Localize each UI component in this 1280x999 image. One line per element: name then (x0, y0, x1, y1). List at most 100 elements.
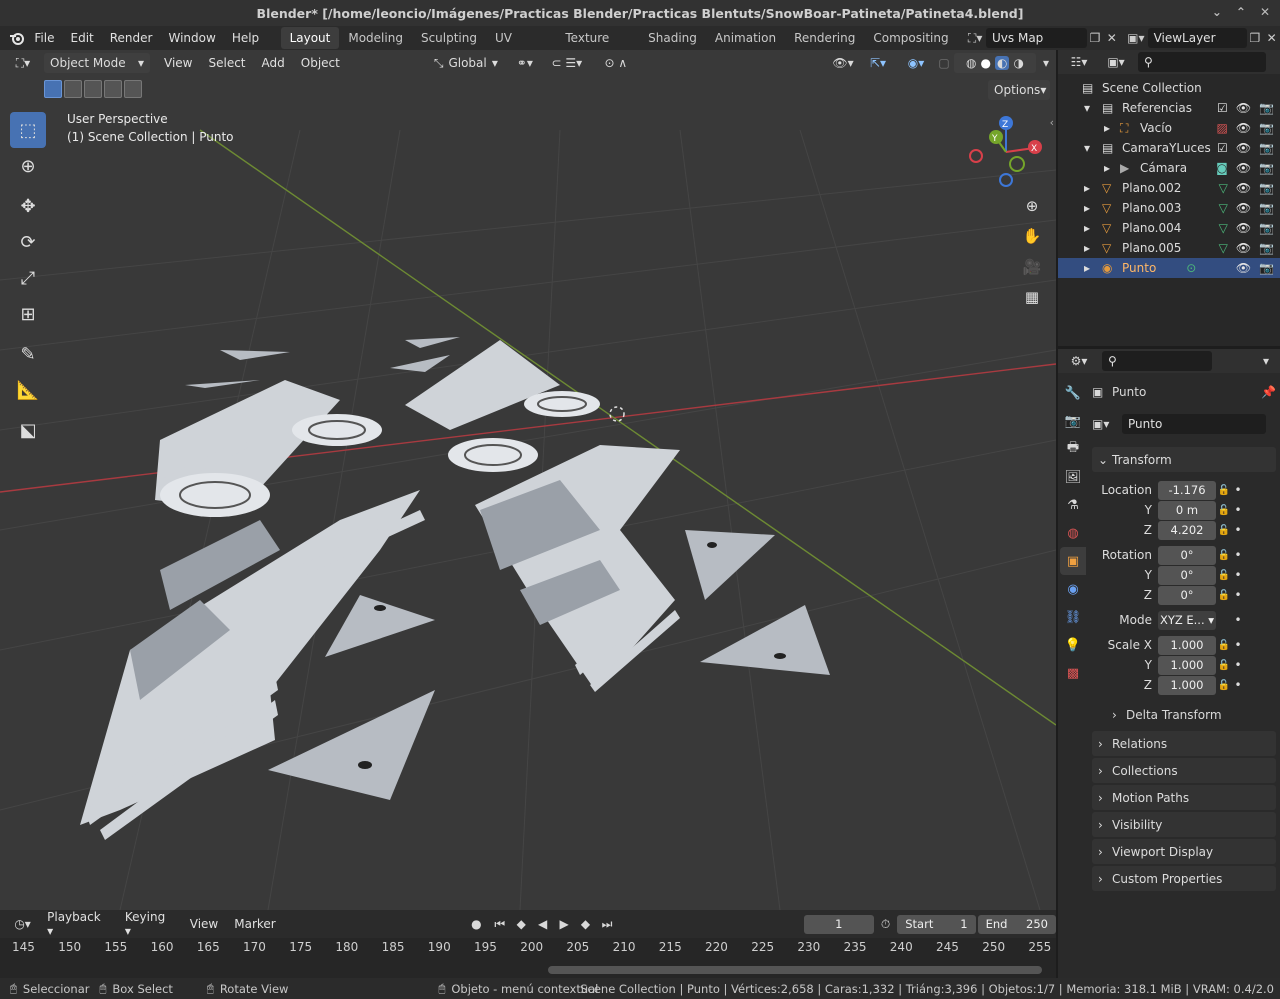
solid-shading-icon[interactable]: ● (981, 56, 991, 70)
render-camera-icon[interactable]: 📷 (1259, 221, 1274, 235)
select-box-tool-icon[interactable]: ⬚ (10, 112, 46, 148)
eye-icon[interactable]: 👁 (1236, 101, 1251, 115)
viewlayer-name-field[interactable]: ViewLayer (1147, 28, 1247, 48)
proportional-edit-icon[interactable]: ⊙ ∧ (596, 56, 636, 70)
view-layer-tab-icon[interactable]: 🖼 (1060, 463, 1086, 491)
menu-help[interactable]: Help (224, 31, 267, 45)
properties-editor-icon[interactable]: ⚙▾ (1064, 354, 1094, 368)
timeline-ruler[interactable]: 145 150 155 160 165 170 175 180 185 190 195 200 205 2… (0, 938, 1056, 978)
auto-keying-icon[interactable]: ● (464, 917, 489, 931)
outliner-row[interactable]: ▸ ▶ Cámara ◙ 👁 📷 (1058, 158, 1280, 178)
expand-icon[interactable]: ▾ (1084, 101, 1102, 115)
select-subtract-icon[interactable] (84, 80, 102, 98)
keyframe-dot-icon[interactable]: • (1232, 588, 1244, 602)
render-camera-icon[interactable]: 📷 (1259, 181, 1274, 195)
location-y-field[interactable]: 0 m (1158, 500, 1216, 520)
eye-icon[interactable]: 👁 (1236, 221, 1251, 235)
expand-icon[interactable]: ▸ (1104, 161, 1120, 175)
outliner-row[interactable]: ▸ ⛶ Vacío ▨ 👁 📷 (1058, 118, 1280, 138)
texture-tab-icon[interactable]: ▩ (1060, 659, 1086, 687)
render-camera-icon[interactable]: 📷 (1259, 241, 1274, 255)
blender-logo-icon[interactable] (8, 30, 26, 46)
motion-paths-panel-header[interactable]: › Motion Paths (1092, 785, 1276, 810)
expand-icon[interactable]: ▸ (1104, 121, 1120, 135)
close-window-icon[interactable]: ✕ (1260, 5, 1270, 19)
location-x-field[interactable]: -1.176 (1158, 480, 1216, 500)
lock-icon[interactable]: 🔓 (1216, 485, 1232, 496)
rendered-shading-icon[interactable]: ◑ (1013, 56, 1023, 70)
cursor-tool-icon[interactable]: ⊕ (10, 148, 46, 184)
checkbox-icon[interactable]: ☑ (1217, 141, 1228, 155)
expand-icon[interactable]: ▸ (1084, 261, 1102, 275)
eye-icon[interactable]: 👁 (1236, 161, 1251, 175)
neg-y-axis-icon[interactable] (1009, 156, 1025, 172)
scene-selector-icon[interactable]: ⛶▾ (964, 31, 986, 46)
measure-tool-icon[interactable]: 📐 (10, 372, 46, 408)
tab-rendering[interactable]: Rendering (785, 27, 864, 49)
timeline-menu-view[interactable]: View (182, 917, 226, 931)
keyframe-dot-icon[interactable]: • (1232, 638, 1244, 652)
gizmo-toggle-icon[interactable]: ⇱▾ (858, 56, 898, 70)
minimize-icon[interactable]: ⌄ (1212, 5, 1222, 19)
scale-y-field[interactable]: 1.000 (1158, 655, 1216, 675)
display-mode-icon[interactable]: ▣▾ (1102, 55, 1130, 69)
wireframe-shading-icon[interactable]: ◍ (966, 56, 976, 70)
select-invert-icon[interactable] (104, 80, 122, 98)
menu-render[interactable]: Render (102, 31, 161, 45)
scale-tool-icon[interactable]: ⤢ (10, 260, 46, 296)
tab-sculpting[interactable]: Sculpting (412, 27, 486, 49)
editor-type-icon[interactable]: ⛶▾ (6, 56, 40, 71)
timeline-menu-playback[interactable]: Playback ▾ (39, 910, 117, 938)
select-new-icon[interactable] (44, 80, 62, 98)
mode-dropdown[interactable]: Object Mode ▾ (44, 53, 150, 73)
properties-search-input[interactable]: ⚲ (1102, 351, 1212, 371)
outliner-row[interactable]: ▾ ▤ Referencias ☑ 👁 📷 (1058, 98, 1280, 118)
timeline-editor-icon[interactable]: ◷▾ (6, 917, 39, 931)
keyframe-dot-icon[interactable]: • (1232, 503, 1244, 517)
render-camera-icon[interactable]: 📷 (1259, 201, 1274, 215)
expand-icon[interactable]: ▾ (1084, 141, 1102, 155)
sidebar-toggle-icon[interactable]: ‹ (1050, 116, 1054, 129)
material-shading-icon[interactable]: ◐ (995, 56, 1010, 70)
expand-icon[interactable]: ▸ (1084, 181, 1102, 195)
physics-tab-icon[interactable]: ◉ (1060, 575, 1086, 603)
menu-file[interactable]: File (26, 31, 62, 45)
tab-uv-editing[interactable]: UV Editing (486, 27, 556, 67)
output-tab-icon[interactable]: 🖶 (1060, 435, 1086, 463)
constraints-tab-icon[interactable]: ⛓ (1060, 603, 1086, 631)
outliner-search-input[interactable]: ⚲ (1138, 52, 1266, 72)
pin-icon[interactable]: 📌 (1261, 385, 1276, 399)
keyframe-dot-icon[interactable]: • (1232, 568, 1244, 582)
outliner-row[interactable]: ▸ ▽ Plano.003 ▽ 👁 📷 (1058, 198, 1280, 218)
tab-layout[interactable]: Layout (280, 27, 340, 49)
timeline-menu-marker[interactable]: Marker (226, 917, 283, 931)
tab-texture-paint[interactable]: Texture Paint (556, 27, 639, 67)
timeline-scrollbar[interactable] (548, 966, 1042, 974)
shading-options-icon[interactable]: ▾ (1036, 56, 1056, 70)
neg-x-axis-icon[interactable] (969, 149, 983, 163)
shading-mode-group[interactable]: ◍ ● ◐ ◑ (954, 53, 1036, 73)
tab-shading[interactable]: Shading (639, 27, 706, 49)
render-camera-icon[interactable]: 📷 (1259, 161, 1274, 175)
relations-panel-header[interactable]: › Relations (1092, 731, 1276, 756)
play-icon[interactable]: ▶ (553, 917, 574, 931)
eye-icon[interactable]: 👁 (1236, 201, 1251, 215)
rotation-x-field[interactable]: 0° (1158, 545, 1216, 565)
move-tool-icon[interactable]: ✥ (10, 188, 46, 224)
jump-start-icon[interactable]: ⏮ (489, 917, 510, 932)
viewport-menu-select[interactable]: Select (200, 56, 253, 70)
object-data-tab-icon[interactable]: 💡 (1060, 631, 1086, 659)
perspective-toggle-icon[interactable]: ▦ (1018, 283, 1046, 311)
jump-end-icon[interactable]: ⏭ (596, 917, 617, 932)
eye-icon[interactable]: 👁 (1236, 241, 1251, 255)
viewlayer-selector-icon[interactable]: ▣▾ (1124, 31, 1147, 45)
datablock-name-field[interactable]: Punto (1122, 414, 1266, 434)
pan-hand-icon[interactable]: ✋ (1018, 222, 1046, 250)
outliner-row[interactable]: ▸ ▽ Plano.004 ▽ 👁 📷 (1058, 218, 1280, 238)
lock-icon[interactable]: 🔓 (1216, 505, 1232, 516)
checkbox-icon[interactable]: ☑ (1217, 101, 1228, 115)
viewport-display-panel-header[interactable]: › Viewport Display (1092, 839, 1276, 864)
preview-range-icon[interactable]: ⏱ (874, 917, 897, 932)
jump-keyframe-forward-icon[interactable]: ◆ (575, 917, 596, 931)
lock-icon[interactable]: 🔓 (1216, 590, 1232, 601)
